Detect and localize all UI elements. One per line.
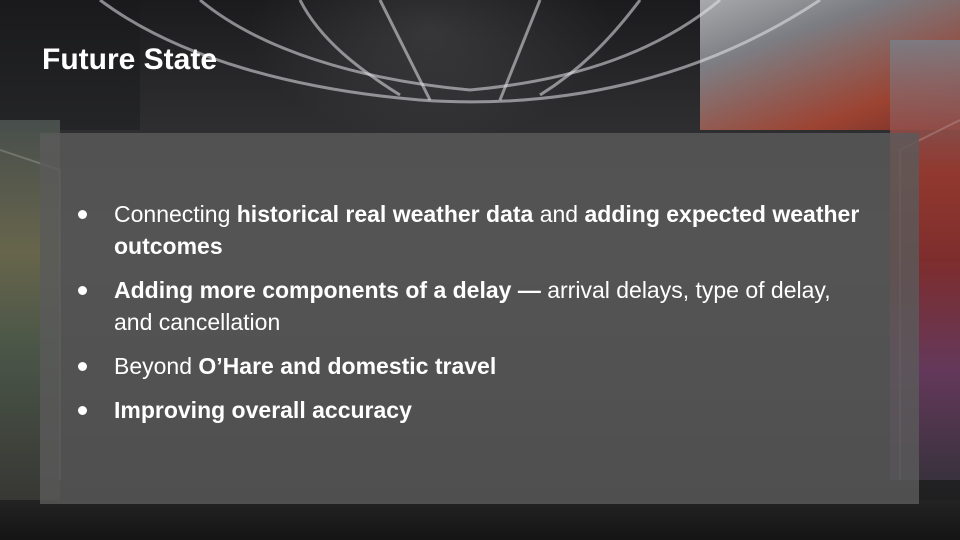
bullet-text: Connecting	[114, 201, 237, 227]
bullet-item: Connecting historical real weather data …	[72, 198, 872, 262]
bullet-text: Beyond	[114, 353, 199, 379]
bullet-dot-icon	[78, 406, 87, 415]
bullet-dot-icon	[78, 210, 87, 219]
bullet-text-bold: Adding more components of a delay —	[114, 277, 541, 303]
bullet-item: Beyond O’Hare and domestic travel	[72, 350, 872, 382]
bullet-list: Connecting historical real weather data …	[72, 198, 872, 438]
bullet-item: Adding more components of a delay — arri…	[72, 274, 872, 338]
bullet-text: and	[533, 201, 585, 227]
bullet-text-bold: Improving overall accuracy	[114, 397, 412, 423]
bullet-text-bold: historical real weather data	[236, 201, 534, 227]
bullet-text-bold: O’Hare and domestic travel	[198, 353, 497, 379]
bullet-dot-icon	[78, 362, 87, 371]
slide: Future State Connecting historical real …	[0, 0, 960, 540]
bullet-item: Improving overall accuracy	[72, 394, 872, 426]
slide-title: Future State	[42, 43, 218, 76]
bullet-dot-icon	[78, 286, 87, 295]
